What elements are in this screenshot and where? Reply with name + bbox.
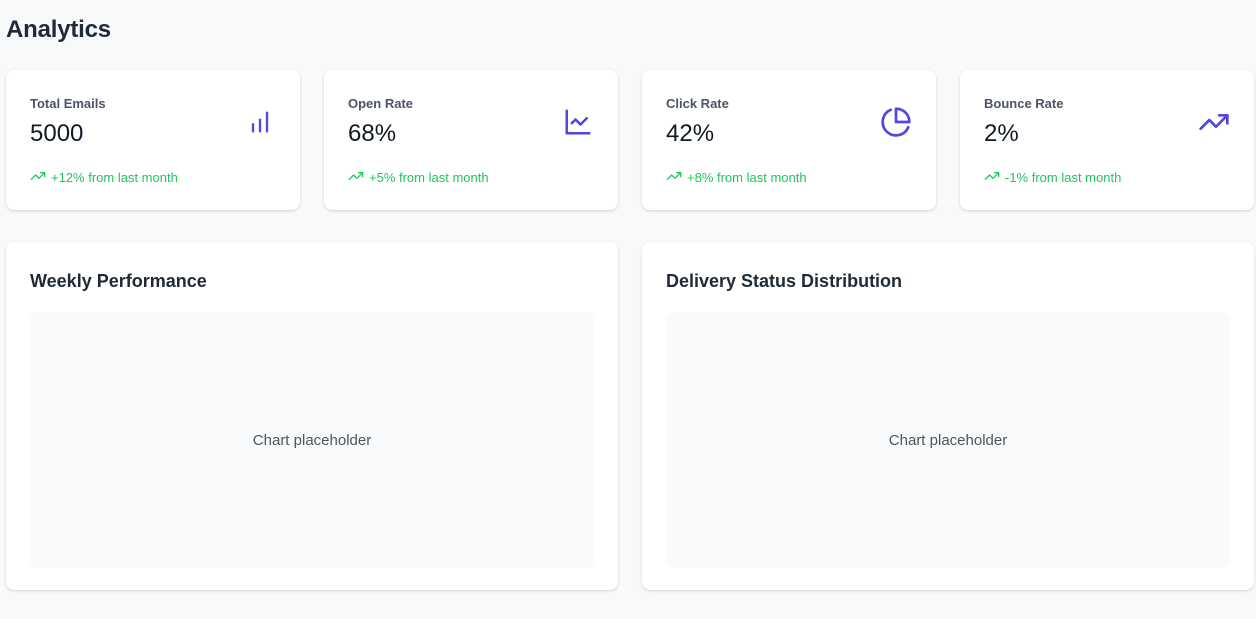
chart-title: Weekly Performance — [30, 271, 207, 291]
chart-placeholder-text: Chart placeholder — [252, 431, 372, 449]
stat-value: 5000 — [30, 120, 84, 147]
trending-up-icon — [348, 168, 364, 187]
trending-up-icon — [984, 168, 1000, 187]
stats-row: Total Emails 5000 +12% from last month O… — [6, 70, 1254, 210]
stat-value: 2% — [984, 120, 1019, 147]
chart-card-delivery-status: Delivery Status Distribution Chart place… — [642, 242, 1254, 590]
trending-up-icon — [666, 168, 682, 187]
stat-trend-text: +8% from last month — [687, 170, 807, 185]
stat-trend: -1% from last month — [984, 168, 1121, 187]
stat-value: 68% — [348, 120, 397, 147]
page-title: Analytics — [6, 16, 111, 43]
stat-card-open-rate: Open Rate 68% +5% from last month — [324, 70, 618, 210]
chart-area: Chart placeholder — [666, 312, 1230, 568]
stat-trend: +5% from last month — [348, 168, 489, 187]
pie-chart-icon — [880, 106, 912, 138]
stat-trend: +12% from last month — [30, 168, 178, 187]
chart-placeholder-text: Chart placeholder — [888, 431, 1008, 449]
stat-trend-text: +5% from last month — [369, 170, 489, 185]
stat-card-total-emails: Total Emails 5000 +12% from last month — [6, 70, 300, 210]
stat-card-click-rate: Click Rate 42% +8% from last month — [642, 70, 936, 210]
stat-label: Click Rate — [666, 96, 729, 111]
charts-row: Weekly Performance Chart placeholder Del… — [6, 242, 1254, 590]
stat-card-bounce-rate: Bounce Rate 2% -1% from last month — [960, 70, 1254, 210]
stat-label: Open Rate — [348, 96, 414, 111]
trending-up-icon — [30, 168, 46, 187]
chart-title: Delivery Status Distribution — [666, 271, 903, 291]
stat-trend-text: +12% from last month — [51, 170, 178, 185]
trending-up-icon — [1198, 106, 1230, 138]
stat-label: Total Emails — [30, 96, 106, 111]
chart-area: Chart placeholder — [30, 312, 594, 568]
chart-card-weekly-performance: Weekly Performance Chart placeholder — [6, 242, 618, 590]
stat-trend-text: -1% from last month — [1005, 170, 1122, 185]
stat-value: 42% — [666, 120, 715, 147]
line-chart-icon — [562, 106, 594, 138]
stat-label: Bounce Rate — [984, 96, 1064, 111]
bar-chart-icon — [244, 106, 276, 138]
stat-trend: +8% from last month — [666, 168, 807, 187]
